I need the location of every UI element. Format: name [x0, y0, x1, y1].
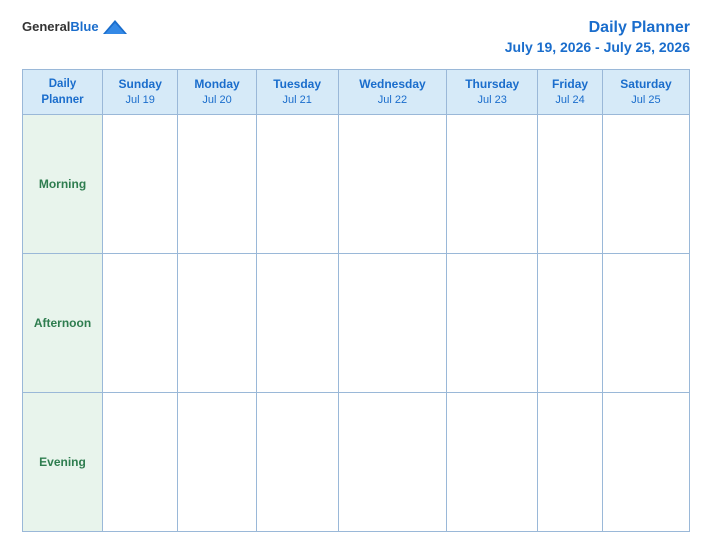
col-header-sunday: Sunday Jul 19 [103, 69, 178, 114]
col-header-friday: Friday Jul 24 [538, 69, 603, 114]
day-name-friday: Friday [542, 76, 598, 93]
morning-sunday[interactable] [103, 114, 178, 253]
morning-label: Morning [23, 114, 103, 253]
day-name-sunday: Sunday [107, 76, 173, 93]
header: GeneralBlue Daily Planner July 19, 2026 … [22, 18, 690, 55]
logo-icon [101, 18, 129, 36]
day-name-tuesday: Tuesday [261, 76, 334, 93]
col-header-monday: Monday Jul 20 [178, 69, 256, 114]
day-date-wednesday: Jul 22 [343, 93, 443, 108]
evening-saturday[interactable] [602, 392, 689, 531]
title-area: Daily Planner July 19, 2026 - July 25, 2… [505, 18, 690, 55]
evening-row: Evening [23, 392, 690, 531]
afternoon-tuesday[interactable] [256, 253, 338, 392]
day-name-thursday: Thursday [451, 76, 533, 93]
day-date-thursday: Jul 23 [451, 93, 533, 108]
planner-date-range: July 19, 2026 - July 25, 2026 [505, 39, 690, 55]
evening-wednesday[interactable] [338, 392, 447, 531]
col-header-wednesday: Wednesday Jul 22 [338, 69, 447, 114]
logo-general: General [22, 19, 70, 34]
page: GeneralBlue Daily Planner July 19, 2026 … [0, 0, 712, 550]
logo-text: GeneralBlue [22, 20, 99, 34]
afternoon-thursday[interactable] [447, 253, 538, 392]
morning-tuesday[interactable] [256, 114, 338, 253]
morning-thursday[interactable] [447, 114, 538, 253]
day-date-saturday: Jul 25 [607, 93, 685, 108]
header-row: DailyPlanner Sunday Jul 19 Monday Jul 20… [23, 69, 690, 114]
col-header-thursday: Thursday Jul 23 [447, 69, 538, 114]
day-name-wednesday: Wednesday [343, 76, 443, 93]
calendar-table: DailyPlanner Sunday Jul 19 Monday Jul 20… [22, 69, 690, 532]
day-name-saturday: Saturday [607, 76, 685, 93]
col-header-tuesday: Tuesday Jul 21 [256, 69, 338, 114]
morning-monday[interactable] [178, 114, 256, 253]
evening-thursday[interactable] [447, 392, 538, 531]
morning-wednesday[interactable] [338, 114, 447, 253]
afternoon-label: Afternoon [23, 253, 103, 392]
evening-friday[interactable] [538, 392, 603, 531]
day-date-friday: Jul 24 [542, 93, 598, 108]
afternoon-monday[interactable] [178, 253, 256, 392]
logo-row: GeneralBlue [22, 18, 129, 36]
afternoon-saturday[interactable] [602, 253, 689, 392]
evening-tuesday[interactable] [256, 392, 338, 531]
logo-area: GeneralBlue [22, 18, 129, 36]
header-label-cell: DailyPlanner [23, 69, 103, 114]
afternoon-wednesday[interactable] [338, 253, 447, 392]
day-date-tuesday: Jul 21 [261, 93, 334, 108]
logo-blue-text: Blue [70, 19, 98, 34]
afternoon-sunday[interactable] [103, 253, 178, 392]
morning-row: Morning [23, 114, 690, 253]
day-date-sunday: Jul 19 [107, 93, 173, 108]
afternoon-friday[interactable] [538, 253, 603, 392]
afternoon-row: Afternoon [23, 253, 690, 392]
col-header-saturday: Saturday Jul 25 [602, 69, 689, 114]
header-label: DailyPlanner [27, 76, 98, 108]
morning-friday[interactable] [538, 114, 603, 253]
day-name-monday: Monday [182, 76, 251, 93]
day-date-monday: Jul 20 [182, 93, 251, 108]
planner-title: Daily Planner [505, 18, 690, 39]
evening-monday[interactable] [178, 392, 256, 531]
evening-sunday[interactable] [103, 392, 178, 531]
morning-saturday[interactable] [602, 114, 689, 253]
evening-label: Evening [23, 392, 103, 531]
